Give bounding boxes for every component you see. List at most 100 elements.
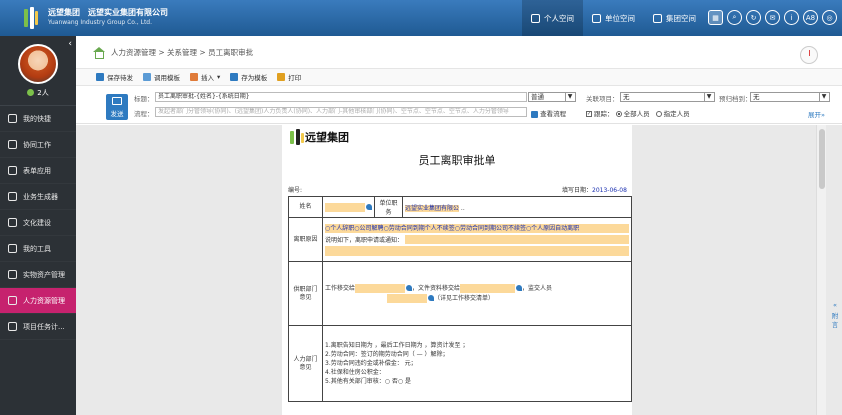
sidebar-item-label: 我的快捷: [23, 114, 51, 123]
handover-supervisor-field[interactable]: [387, 293, 427, 303]
track-all-radio[interactable]: [615, 111, 622, 117]
person-picker-icon[interactable]: [366, 204, 372, 210]
track-option: ✓ 跟踪： 全部人员 指定人员: [586, 108, 690, 118]
search-icon[interactable]: ⌕: [727, 10, 742, 25]
chevron-down-icon: ▾: [217, 73, 221, 81]
handover-docs-field[interactable]: [460, 283, 516, 293]
use-template-button[interactable]: 调用模板: [143, 72, 180, 82]
sidebar-item-forms[interactable]: 表单应用: [0, 158, 76, 184]
handover-docs-label: ，文件资料移交给: [412, 284, 461, 292]
date-label: 填写日期：: [562, 187, 593, 194]
attachment-icon: [190, 73, 198, 81]
info-icon[interactable]: i: [784, 10, 799, 25]
sidebar-item-hr[interactable]: 人力资源管理: [0, 288, 76, 314]
reason-note-field[interactable]: [405, 234, 629, 244]
save-icon: [230, 73, 239, 81]
company-full-name: 远望实业集团有限公司: [88, 8, 168, 17]
settings-icon[interactable]: ◎: [822, 10, 837, 25]
chevron-down-icon: »: [821, 111, 825, 119]
home-icon[interactable]: [92, 46, 105, 59]
related-project-label: 关联项目：: [586, 95, 619, 103]
sidebar-item-label: 业务生成器: [23, 192, 58, 201]
sidebar-item-tools[interactable]: 我的工具: [0, 236, 76, 262]
sidebar-item-label: 实物资产管理: [23, 270, 65, 279]
hr-line: 2.劳动合同：签订的期劳动合同（ — ）解除；: [325, 351, 449, 358]
toolbar-label: 存为模板: [241, 74, 268, 82]
print-button[interactable]: 打印: [277, 72, 301, 82]
nav-personal-space[interactable]: 个人空间: [522, 0, 583, 36]
send-button[interactable]: 发送: [106, 94, 128, 120]
dept-field[interactable]: 远望实业集团有限公: [405, 204, 460, 212]
breadcrumb-text: 人力资源管理 > 关系管理 > 员工离职审批: [111, 47, 254, 57]
insert-button[interactable]: 插入 ▾: [190, 72, 220, 82]
related-project-select[interactable]: 无: [620, 92, 715, 102]
collapse-sidebar-icon[interactable]: ‹: [68, 39, 72, 49]
view-flow-button[interactable]: 查看流程: [531, 108, 566, 118]
handover-work-field[interactable]: [355, 283, 406, 293]
priority-select[interactable]: 普通: [528, 92, 576, 102]
sidebar-item-collaboration[interactable]: 协同工作: [0, 132, 76, 158]
name-field[interactable]: [325, 202, 365, 212]
sidebar-item-label: 协同工作: [23, 140, 51, 149]
reason-options[interactable]: ○个人辞职○公司解聘○劳动合同到期个人不续签○劳动合同到期公司不续签○个人原因自…: [325, 223, 629, 233]
handover-work-label: 工作移交给: [325, 284, 356, 292]
view-flow-label: 查看流程: [540, 110, 567, 118]
refresh-icon[interactable]: ↻: [746, 10, 761, 25]
number-label: 编号:: [288, 187, 303, 194]
flow-label: 流程：: [134, 110, 154, 118]
toolbar-label: 保存待发: [107, 74, 133, 82]
clock-icon: [800, 46, 818, 64]
nav-label: 集团空间: [666, 13, 696, 23]
track-specific-radio[interactable]: [655, 111, 662, 117]
toolbar: 保存待发 调用模板 插入 ▾ 存为模板 打印: [76, 68, 842, 86]
flow-input[interactable]: 发起者部门分管领导(协同)、(远望集团)人力负责人(协同)、人力部门-其他审核部…: [155, 107, 527, 117]
message-icon[interactable]: ✉: [765, 10, 780, 25]
name-field-cell: [322, 196, 375, 218]
document-logo-text: 远望集团: [305, 131, 349, 144]
track-all-label: 全部人员: [623, 110, 650, 118]
title-input[interactable]: 员工离职审批-{姓名}-{系统日期}: [155, 92, 527, 102]
reason-cell: ○个人辞职○公司解聘○劳动合同到期个人不续签○劳动合同到期公司不续签○个人原因自…: [322, 217, 632, 262]
document-title: 员工离职审批单: [418, 154, 496, 167]
track-label: 跟踪：: [594, 110, 614, 118]
text-size-icon[interactable]: A8: [803, 10, 818, 25]
sidebar-item-label: 我的工具: [23, 244, 51, 253]
document-scrollbar[interactable]: [816, 125, 826, 415]
fill-date: 填写日期：2013-06-08: [562, 185, 627, 194]
save-draft-button[interactable]: 保存待发: [96, 72, 133, 82]
track-checkbox[interactable]: ✓: [586, 111, 592, 117]
expand-button[interactable]: 展开»: [808, 109, 825, 119]
bus-icon: [592, 13, 601, 23]
company-logo: 远望集团 远望实业集团有限公司 Yuanwang Industry Group C…: [0, 7, 330, 29]
sidebar-item-culture[interactable]: 文化建设: [0, 210, 76, 236]
apps-icon[interactable]: ▦: [708, 10, 723, 25]
send-icon: [112, 97, 122, 105]
sidebar-item-shortcuts[interactable]: 我的快捷: [0, 106, 76, 132]
hr-line: 4.社保和住房公积金：: [325, 369, 385, 376]
tools-icon: [8, 244, 17, 253]
expand-label: 展开: [808, 111, 821, 119]
hr-line: 1.离职告知日期为 ，最后工作日期为 ，算资计发至 ；: [325, 342, 469, 349]
table-icon: [8, 166, 17, 175]
archive-select[interactable]: 无: [750, 92, 830, 102]
comment-tab[interactable]: « 附言: [828, 301, 842, 330]
save-template-button[interactable]: 存为模板: [230, 72, 267, 82]
avatar[interactable]: [18, 43, 58, 84]
scrollbar-thumb[interactable]: [819, 129, 825, 189]
sidebar-item-business-builder[interactable]: 业务生成器: [0, 184, 76, 210]
send-label: 发送: [110, 110, 124, 118]
sidebar-item-projects[interactable]: 项目任务计...: [0, 314, 76, 340]
main-content: 人力资源管理 > 关系管理 > 员工离职审批 保存待发 调用模板 插入 ▾ 存为模…: [76, 36, 842, 415]
project-icon: [8, 322, 17, 331]
nav-label: 单位空间: [605, 13, 635, 23]
dept-label: 单位职务: [374, 196, 403, 218]
hr-icon: [8, 296, 17, 305]
nav-unit-space[interactable]: 单位空间: [583, 0, 644, 36]
nav-group-space[interactable]: 集团空间: [644, 0, 705, 36]
expand-left-icon: «: [833, 301, 837, 309]
breadcrumb: 人力资源管理 > 关系管理 > 员工离职审批: [76, 36, 842, 68]
sidebar-item-assets[interactable]: 实物资产管理: [0, 262, 76, 288]
reason-note-field-2[interactable]: [325, 245, 629, 256]
hr-cell: 1.离职告知日期为 ，最后工作日期为 ，算资计发至 ； 2.劳动合同：签订的期劳…: [322, 325, 632, 402]
date-value: 2013-06-08: [592, 187, 627, 194]
